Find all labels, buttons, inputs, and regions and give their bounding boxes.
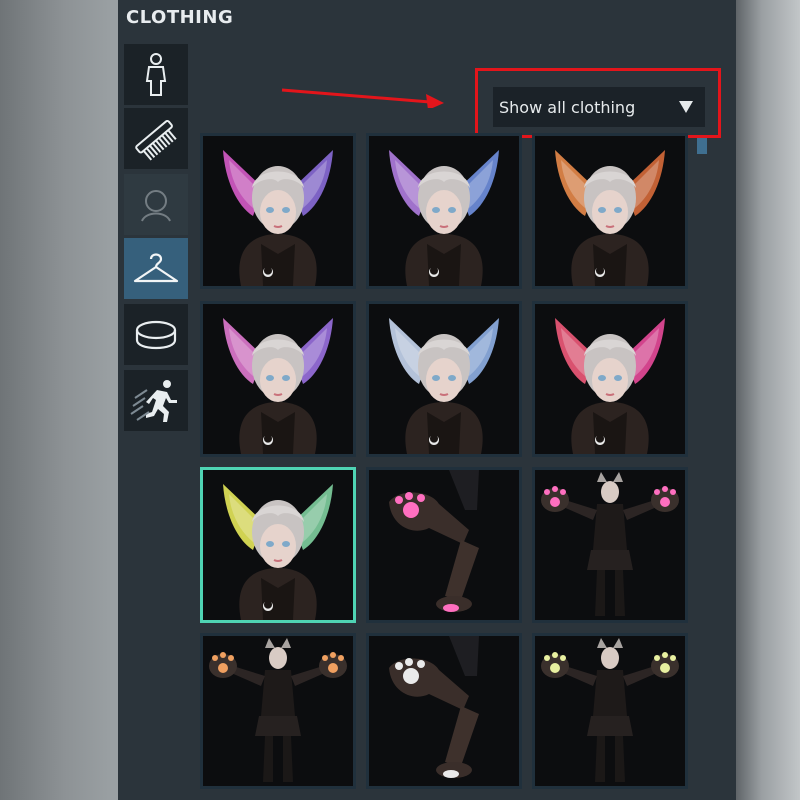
category-face[interactable] xyxy=(124,174,188,236)
red-arrow-annotation xyxy=(281,88,444,108)
head-outline-icon xyxy=(141,189,171,222)
item-thumbnail-paw-closeup xyxy=(369,470,519,620)
clothing-item-tile[interactable] xyxy=(532,467,688,623)
ring-icon xyxy=(135,320,177,349)
clothing-item-tile[interactable] xyxy=(200,133,356,289)
category-clothing[interactable] xyxy=(124,238,188,300)
background-edge xyxy=(736,0,800,800)
scrollbar-thumb[interactable] xyxy=(697,138,707,154)
category-animation[interactable] xyxy=(124,370,188,432)
clothing-filter-dropdown[interactable]: Show all clothing xyxy=(493,87,705,127)
clothing-item-tile[interactable] xyxy=(200,633,356,789)
clothing-item-tile[interactable] xyxy=(366,133,522,289)
clothing-item-tile[interactable] xyxy=(200,467,356,623)
item-thumbnail-paws-figure xyxy=(203,636,353,786)
item-thumbnail-paw-closeup xyxy=(369,636,519,786)
running-figure-icon xyxy=(130,379,177,422)
clothing-item-tile[interactable] xyxy=(366,633,522,789)
filter-selected-value: Show all clothing xyxy=(499,97,636,117)
category-hair[interactable] xyxy=(124,108,188,170)
item-thumbnail-ears xyxy=(535,136,685,286)
clothing-item-tile[interactable] xyxy=(200,301,356,457)
item-thumbnail-paws-figure xyxy=(535,470,685,620)
item-thumbnail-ears xyxy=(203,470,353,620)
comb-icon xyxy=(135,119,177,161)
item-thumbnail-ears xyxy=(203,304,353,454)
caret-down-icon xyxy=(679,101,693,113)
panel-title: CLOTHING xyxy=(126,7,234,28)
clothing-item-tile[interactable] xyxy=(366,301,522,457)
hanger-icon xyxy=(133,252,179,282)
clothing-item-tile[interactable] xyxy=(532,133,688,289)
item-thumbnail-ears xyxy=(369,304,519,454)
clothing-item-tile[interactable] xyxy=(532,633,688,789)
category-accessories[interactable] xyxy=(124,304,188,366)
item-thumbnail-ears xyxy=(535,304,685,454)
item-thumbnail-paws-figure xyxy=(535,636,685,786)
item-thumbnail-ears xyxy=(369,136,519,286)
category-body[interactable] xyxy=(124,44,188,106)
item-thumbnail-ears xyxy=(203,136,353,286)
body-icon xyxy=(145,52,167,96)
clothing-item-tile[interactable] xyxy=(366,467,522,623)
clothing-item-tile[interactable] xyxy=(532,301,688,457)
